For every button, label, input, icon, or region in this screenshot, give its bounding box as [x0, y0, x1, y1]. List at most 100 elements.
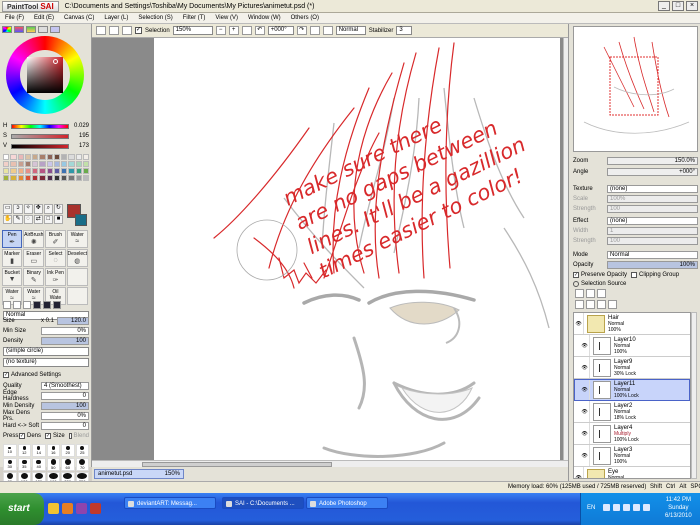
quality-select[interactable]: 4 (Smoothest) — [41, 381, 89, 390]
brush-size-preset[interactable]: 16 — [46, 444, 60, 457]
swatch[interactable] — [3, 161, 10, 167]
drawing-canvas[interactable]: make sure there are no gaps between line… — [154, 38, 560, 460]
brush-shape-4-icon[interactable] — [33, 301, 41, 309]
swatch[interactable] — [24, 154, 31, 160]
swatch[interactable] — [75, 154, 82, 160]
swatch[interactable] — [82, 175, 89, 181]
press-dens-checkbox[interactable]: ✓ — [19, 432, 25, 439]
layer-mode-select[interactable]: Normal — [607, 250, 698, 259]
saturation-slider[interactable]: S 195 — [3, 132, 89, 140]
flip-icon[interactable] — [122, 26, 132, 35]
new-icon[interactable] — [96, 26, 106, 35]
edge-hardness-slider[interactable]: 0 — [41, 391, 89, 400]
nav-angle-field[interactable]: +000° — [607, 167, 698, 176]
brush-size-preset[interactable]: 70 — [75, 458, 89, 471]
menu-item-canvas[interactable]: Canvas (C) — [59, 15, 99, 21]
brush-tool-marker[interactable]: Marker ▮ — [2, 249, 23, 267]
zoom-field[interactable]: 150% — [172, 26, 213, 35]
brush-tool-bucket[interactable]: Bucket ▼ — [2, 268, 23, 286]
layer-list-scrollbar[interactable] — [691, 312, 697, 479]
brush-shape-select[interactable]: (simple circle) — [3, 347, 89, 356]
texture-select[interactable]: (none) — [607, 184, 698, 193]
menu-item-layer[interactable]: Layer (L) — [99, 15, 133, 21]
brush-size-preset[interactable]: 10 — [3, 444, 17, 457]
visibility-eye-icon[interactable]: 👁 — [580, 379, 590, 400]
swatch[interactable] — [82, 161, 89, 167]
move-icon[interactable]: ✥ — [33, 204, 43, 214]
hue-slider[interactable]: H 0.029 — [3, 122, 89, 130]
swatch[interactable] — [82, 168, 89, 174]
swatch[interactable] — [3, 154, 10, 160]
menu-item-window[interactable]: Window (W) — [243, 15, 286, 21]
zoom-icon[interactable]: ⌕ — [43, 204, 53, 214]
canvas-horizontal-scrollbar[interactable] — [92, 460, 568, 467]
layer-row[interactable]: 👁 Hair Normal 100% — [574, 313, 690, 335]
swatch[interactable] — [61, 161, 68, 167]
brush-tool-binary[interactable]: Binary ✎ — [23, 268, 45, 286]
brush-shape-1-icon[interactable] — [3, 301, 11, 309]
rotate-left-icon[interactable]: ↶ — [254, 26, 265, 35]
task-photoshop[interactable]: Adobe Photoshop — [306, 497, 388, 509]
navigator-preview[interactable] — [573, 26, 698, 152]
swatch[interactable] — [10, 161, 17, 167]
rgb-slider-tab-icon[interactable] — [14, 26, 24, 33]
swatch[interactable] — [68, 168, 75, 174]
brush-tool-brush[interactable]: Brush ✐ — [45, 230, 66, 248]
brush-tool-airbrush[interactable]: AirBrush ✺ — [23, 230, 45, 248]
brush-tool-pen[interactable]: Pen ✒ — [2, 230, 23, 248]
swatch[interactable] — [32, 154, 39, 160]
layer-row[interactable]: 👁 Layer3 Normal 100% — [574, 445, 690, 467]
effect-select[interactable]: (none) — [607, 216, 698, 225]
layer-row[interactable]: 👁 Layer4 Multiply 100% Lock — [574, 423, 690, 445]
min-size-slider[interactable]: 0% — [41, 326, 89, 335]
swatch[interactable] — [17, 161, 24, 167]
firefox-icon[interactable] — [62, 503, 73, 514]
bw-icon[interactable]: ■ — [53, 214, 63, 224]
swatch-tab-icon[interactable] — [38, 26, 48, 33]
media-icon[interactable] — [76, 503, 87, 514]
layer-row[interactable]: 👁 Layer11 Normal 100% Lock — [574, 379, 690, 401]
swatch[interactable] — [53, 154, 60, 160]
brush-tool-water[interactable]: Water ≈ — [66, 230, 88, 248]
swatch[interactable] — [10, 175, 17, 181]
swatch[interactable] — [32, 168, 39, 174]
task-sai[interactable]: SAI - C:\Documents ... — [222, 497, 304, 509]
press-blend-checkbox[interactable] — [68, 432, 72, 439]
swatch[interactable] — [39, 161, 46, 167]
brush-size-preset[interactable]: 20 — [61, 444, 75, 457]
rotate-icon[interactable]: ↻ — [53, 204, 63, 214]
volume-icon[interactable] — [603, 504, 610, 511]
clear-icon[interactable]: □ — [43, 214, 53, 224]
swatch[interactable] — [10, 168, 17, 174]
hard-soft-slider[interactable]: 0 — [41, 421, 89, 430]
swatch[interactable] — [68, 175, 75, 181]
select-rect-icon[interactable]: ▭ — [3, 204, 13, 214]
new-linework-layer-icon[interactable] — [586, 289, 595, 298]
swatch[interactable] — [46, 161, 53, 167]
advanced-settings-row[interactable]: ✓ Advanced Settings — [3, 370, 89, 379]
visibility-eye-icon[interactable]: 👁 — [580, 445, 590, 466]
rotate-reset-icon[interactable] — [309, 26, 320, 35]
brush-size-preset[interactable]: 25 — [75, 444, 89, 457]
brush-shape-6-icon[interactable] — [53, 301, 61, 309]
task-deviantart[interactable]: deviantART: Messag... — [124, 497, 216, 509]
eyedropper-icon[interactable]: ✎ — [13, 214, 23, 224]
lasso-icon[interactable]: ↄ — [13, 204, 23, 214]
menu-item-file[interactable]: File (F) — [0, 15, 29, 21]
delete-layer-icon[interactable] — [608, 300, 617, 309]
swatch[interactable] — [61, 168, 68, 174]
maximize-button[interactable]: □ — [672, 1, 684, 11]
mirror-icon[interactable] — [322, 26, 333, 35]
merge-down-icon[interactable] — [586, 300, 595, 309]
layer-row[interactable]: 👁EyeNormal26% — [574, 467, 690, 478]
hand-icon[interactable]: ✋ — [3, 214, 13, 224]
brush-tool-eraser[interactable]: Eraser ▭ — [23, 249, 45, 267]
angle-field[interactable]: +000° — [267, 26, 294, 35]
menu-item-edit[interactable]: Edit (E) — [29, 15, 59, 21]
swatch[interactable] — [17, 168, 24, 174]
menu-item-filter[interactable]: Filter (T) — [178, 15, 211, 21]
network-icon[interactable] — [613, 504, 620, 511]
swatch[interactable] — [39, 168, 46, 174]
start-button[interactable]: start — [0, 493, 44, 525]
swatch[interactable] — [75, 175, 82, 181]
